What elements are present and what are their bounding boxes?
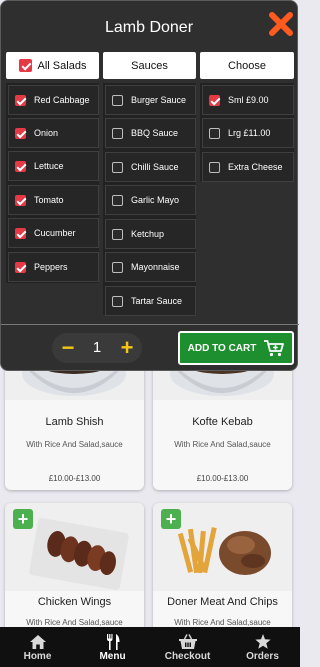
all-salads-checkbox[interactable] (18, 59, 32, 72)
option-mayonnaise[interactable]: Mayonnaise (105, 252, 196, 282)
close-button[interactable] (267, 10, 295, 38)
menu-item-price: £10.00-£13.00 (48, 474, 101, 483)
checkbox[interactable] (112, 94, 123, 106)
divider (1, 324, 299, 325)
option-label: Garlic Mayo (131, 195, 180, 205)
checkbox[interactable] (112, 161, 123, 173)
option-label: Ketchup (131, 229, 165, 239)
nav-checkout-label: Checkout (164, 650, 211, 662)
checkbox[interactable] (112, 261, 123, 273)
bottom-nav: Home Menu Checkout Orders (0, 627, 300, 667)
tab-all-salads[interactable]: All Salads (6, 52, 99, 79)
menu-item-name: Kofte Kebab (192, 416, 253, 428)
option-tomato[interactable]: Tomato (8, 185, 99, 215)
option-label: Onion (34, 128, 59, 138)
option-large[interactable]: Lrg £11.00 (202, 118, 294, 148)
add-item-button[interactable]: + (161, 509, 181, 529)
option-extra-cheese[interactable]: Extra Cheese (202, 152, 294, 182)
sauces-label: Sauces (131, 59, 168, 72)
menu-card-doner-meat-chips[interactable]: + Doner Meat And Chips With Rice And Sal… (153, 503, 292, 633)
menu-item-price: £10.00-£13.00 (196, 474, 249, 483)
nav-home-label: Home (23, 650, 52, 662)
checkbox[interactable] (112, 127, 123, 139)
option-chilli-sauce[interactable]: Chilli Sauce (105, 152, 196, 182)
option-label: Tomato (34, 195, 64, 205)
checkbox[interactable] (112, 295, 123, 307)
tab-sauces[interactable]: Sauces (103, 52, 196, 79)
option-label: Lrg £11.00 (228, 128, 271, 138)
checkbox[interactable] (112, 194, 123, 206)
checkbox[interactable] (112, 228, 123, 240)
menu-item-desc: With Rice And Salad,sauce (174, 440, 271, 449)
increase-button[interactable]: + (113, 333, 141, 363)
option-small[interactable]: Sml £9.00 (202, 85, 294, 115)
choose-label: Choose (228, 59, 266, 72)
item-options-modal: Lamb Doner All Salads Sauces Choose Red … (0, 0, 299, 371)
checkbox[interactable] (15, 94, 26, 106)
checkbox[interactable] (15, 227, 26, 239)
checkbox[interactable] (15, 194, 26, 206)
option-label: Chilli Sauce (131, 162, 179, 172)
nav-orders[interactable]: Orders (225, 627, 300, 667)
modal-title: Lamb Doner (104, 19, 194, 36)
checkbox[interactable] (209, 127, 220, 139)
menu-card-chicken-wings[interactable]: + Chicken Wings With Rice And Salad,sauc… (5, 503, 144, 633)
decrease-button[interactable]: − (54, 333, 82, 363)
option-bbq-sauce[interactable]: BBQ Sauce (105, 118, 196, 148)
option-label: BBQ Sauce (131, 128, 179, 138)
option-label: Sml £9.00 (228, 95, 269, 105)
nav-home[interactable]: Home (0, 627, 75, 667)
close-icon (269, 12, 293, 36)
nav-menu-label: Menu (99, 650, 126, 662)
option-label: Extra Cheese (228, 162, 283, 172)
checkbox[interactable] (15, 127, 26, 139)
nav-orders-label: Orders (246, 650, 279, 662)
option-ketchup[interactable]: Ketchup (105, 219, 196, 249)
option-cucumber[interactable]: Cucumber (8, 218, 99, 248)
checkbox[interactable] (209, 94, 220, 106)
add-to-cart-button[interactable]: ADD TO CART (178, 331, 294, 365)
option-label: Burger Sauce (131, 95, 187, 105)
option-label: Cucumber (34, 228, 76, 238)
option-label: Lettuce (34, 161, 64, 171)
cart-add-icon (264, 339, 285, 357)
all-salads-label: All Salads (37, 59, 87, 72)
checkbox[interactable] (15, 261, 26, 273)
menu-item-desc: With Rice And Salad,sauce (174, 618, 271, 627)
menu-grid: Lamb Shish With Rice And Salad,sauce £10… (0, 330, 300, 633)
nav-checkout[interactable]: Checkout (150, 627, 225, 667)
star-icon (254, 633, 271, 651)
add-item-button[interactable]: + (13, 509, 33, 529)
menu-item-desc: With Rice And Salad,sauce (26, 618, 123, 627)
nav-menu[interactable]: Menu (75, 627, 150, 667)
quantity-stepper: − 1 + (52, 333, 142, 363)
option-peppers[interactable]: Peppers (8, 252, 99, 282)
option-tartar-sauce[interactable]: Tartar Sauce (105, 286, 196, 316)
add-to-cart-label: ADD TO CART (187, 342, 257, 354)
option-label: Tartar Sauce (131, 296, 183, 306)
menu-item-name: Doner Meat And Chips (167, 596, 278, 608)
option-label: Mayonnaise (131, 262, 180, 272)
option-label: Red Cabbage (34, 95, 90, 105)
option-onion[interactable]: Onion (8, 118, 99, 148)
quantity-value: 1 (92, 339, 102, 356)
menu-item-name: Lamb Shish (45, 416, 104, 428)
tab-choose[interactable]: Choose (200, 52, 294, 79)
option-red-cabbage[interactable]: Red Cabbage (8, 85, 99, 115)
menu-item-desc: With Rice And Salad,sauce (26, 440, 123, 449)
checkbox[interactable] (15, 160, 26, 172)
basket-icon (178, 633, 197, 651)
option-label: Peppers (34, 262, 68, 272)
cutlery-icon (106, 633, 120, 651)
option-burger-sauce[interactable]: Burger Sauce (105, 85, 196, 115)
option-lettuce[interactable]: Lettuce (8, 151, 99, 181)
home-icon (29, 633, 46, 651)
checkbox[interactable] (209, 161, 220, 173)
option-garlic-mayo[interactable]: Garlic Mayo (105, 185, 196, 215)
menu-item-name: Chicken Wings (37, 596, 112, 608)
